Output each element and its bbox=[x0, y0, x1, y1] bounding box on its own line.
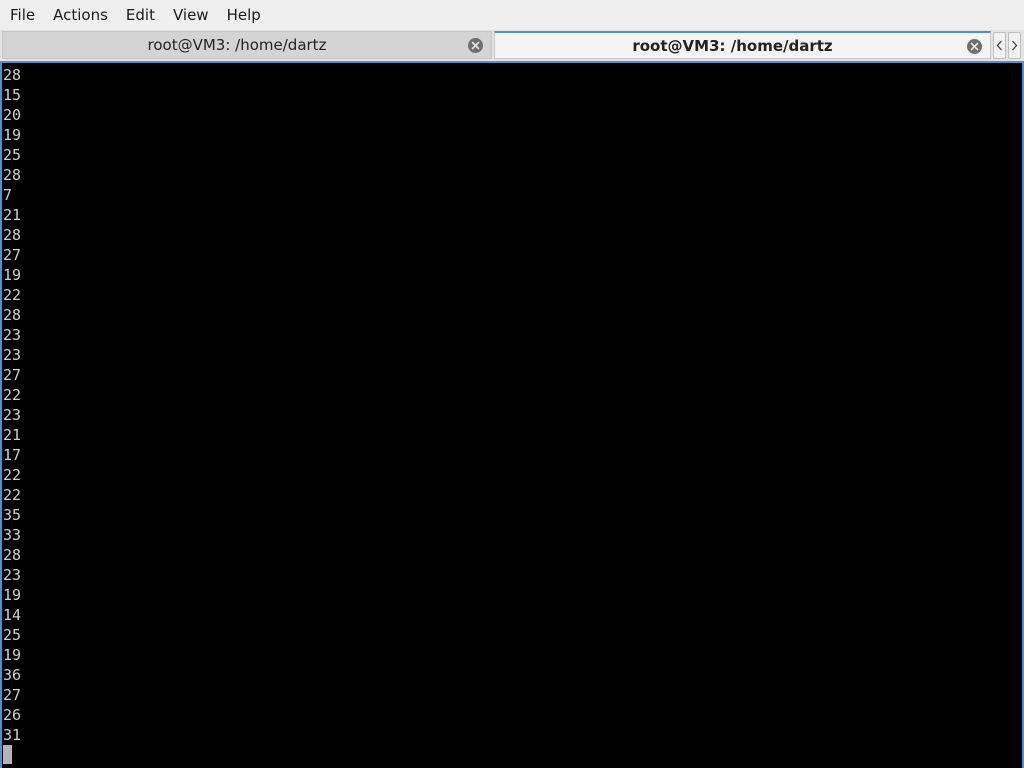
terminal-window: File Actions Edit View Help root@VM3: /h… bbox=[0, 0, 1024, 768]
menu-actions[interactable]: Actions bbox=[43, 0, 116, 30]
terminal-line: 23 bbox=[3, 346, 22, 364]
terminal-line: 19 bbox=[3, 586, 22, 604]
terminal-line: 17 bbox=[3, 446, 22, 464]
terminal-line: 26 bbox=[3, 706, 22, 724]
menu-bar: File Actions Edit View Help bbox=[0, 0, 1024, 30]
terminal-line: 33 bbox=[3, 526, 22, 544]
chevron-left-icon bbox=[996, 36, 1003, 55]
terminal-line: 22 bbox=[3, 466, 22, 484]
tab-scroll-right-button[interactable] bbox=[1008, 32, 1021, 59]
terminal-line: 36 bbox=[3, 666, 22, 684]
terminal-line: 21 bbox=[3, 206, 22, 224]
terminal-line: 28 bbox=[3, 166, 22, 184]
terminal-lines: 28 15 20 19 25 28 7 21 28 27 19 22 28 23 23 27 22 23 21 17 2… bbox=[3, 65, 21, 745]
terminal-line: 22 bbox=[3, 386, 22, 404]
menu-file[interactable]: File bbox=[0, 0, 43, 30]
terminal-line: 14 bbox=[3, 606, 22, 624]
terminal-line: 22 bbox=[3, 486, 22, 504]
terminal-line: 28 bbox=[3, 546, 22, 564]
terminal-line: 27 bbox=[3, 366, 22, 384]
terminal-output[interactable]: 28 15 20 19 25 28 7 21 28 27 19 22 28 23 23 27 22 23 21 17 2… bbox=[0, 61, 1024, 768]
terminal-line: 19 bbox=[3, 126, 22, 144]
terminal-line: 23 bbox=[3, 566, 22, 584]
close-icon[interactable] bbox=[468, 38, 483, 53]
tab-terminal-1[interactable]: root@VM3: /home/dartz bbox=[2, 31, 492, 59]
terminal-line: 7 bbox=[3, 186, 13, 204]
tab-terminal-2[interactable]: root@VM3: /home/dartz bbox=[494, 31, 991, 59]
terminal-line: 28 bbox=[3, 306, 22, 324]
terminal-line: 20 bbox=[3, 106, 22, 124]
close-icon[interactable] bbox=[967, 39, 982, 54]
menu-view[interactable]: View bbox=[163, 0, 217, 30]
terminal-line: 27 bbox=[3, 246, 22, 264]
terminal-line: 28 bbox=[3, 66, 22, 84]
chevron-right-icon bbox=[1011, 36, 1018, 55]
terminal-line: 28 bbox=[3, 226, 22, 244]
terminal-line: 22 bbox=[3, 286, 22, 304]
terminal-cursor bbox=[3, 745, 12, 764]
tab-label: root@VM3: /home/dartz bbox=[147, 36, 327, 54]
terminal-line: 25 bbox=[3, 146, 22, 164]
menu-edit[interactable]: Edit bbox=[116, 0, 163, 30]
tab-bar: root@VM3: /home/dartz root@VM3: /home/da… bbox=[0, 30, 1024, 61]
terminal-line: 23 bbox=[3, 406, 22, 424]
terminal-line: 15 bbox=[3, 86, 22, 104]
menu-help[interactable]: Help bbox=[217, 0, 269, 30]
terminal-line: 35 bbox=[3, 506, 22, 524]
terminal-line: 31 bbox=[3, 726, 22, 744]
terminal-line: 21 bbox=[3, 426, 22, 444]
terminal-line: 19 bbox=[3, 646, 22, 664]
tab-label: root@VM3: /home/dartz bbox=[632, 36, 833, 55]
tab-scroll-left-button[interactable] bbox=[993, 32, 1006, 59]
terminal-line: 19 bbox=[3, 266, 22, 284]
terminal-line: 23 bbox=[3, 326, 22, 344]
terminal-line: 27 bbox=[3, 686, 22, 704]
terminal-line: 25 bbox=[3, 626, 22, 644]
